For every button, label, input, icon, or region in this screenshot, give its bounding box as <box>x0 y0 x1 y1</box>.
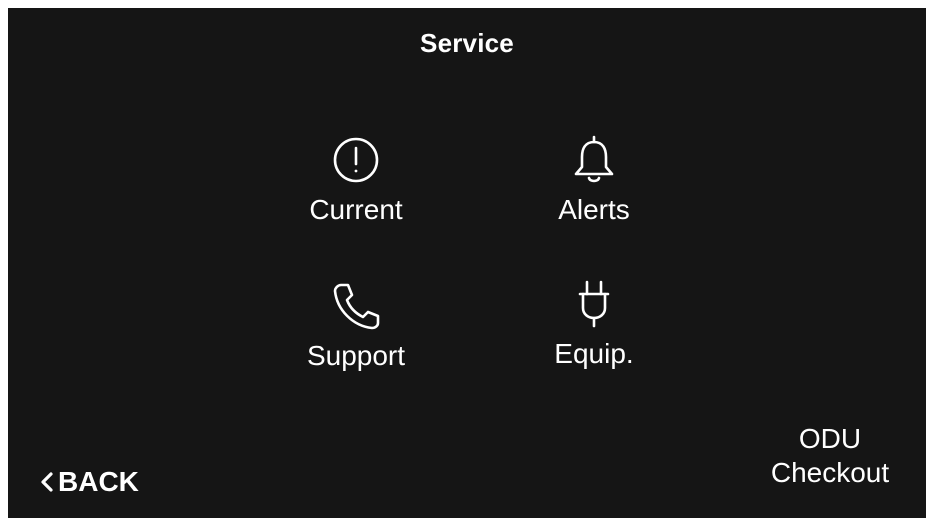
bell-icon <box>568 134 620 186</box>
support-label: Support <box>306 340 406 371</box>
back-label: BACK <box>58 466 139 497</box>
phone-icon <box>330 280 382 332</box>
alerts-button[interactable]: Alerts <box>514 134 674 226</box>
current-button[interactable]: Current <box>276 134 436 226</box>
chevron-left-icon <box>41 472 53 492</box>
alert-circle-icon <box>330 134 382 186</box>
current-label: Current <box>309 194 403 225</box>
support-button[interactable]: Support <box>276 280 436 372</box>
equip-button[interactable]: Equip. <box>514 278 674 370</box>
equip-label: Equip. <box>554 338 634 369</box>
page-title: Service <box>420 28 514 58</box>
odu-checkout-button[interactable]: ODU Checkout <box>750 422 910 490</box>
back-button[interactable]: BACK <box>40 466 139 498</box>
odu-label-line1: ODU <box>798 423 862 454</box>
service-screen: Service Current Alerts Support Equip. BA… <box>8 8 926 518</box>
alerts-label: Alerts <box>558 194 630 225</box>
plug-icon <box>568 278 620 330</box>
odu-label-line2: Checkout <box>770 457 890 488</box>
